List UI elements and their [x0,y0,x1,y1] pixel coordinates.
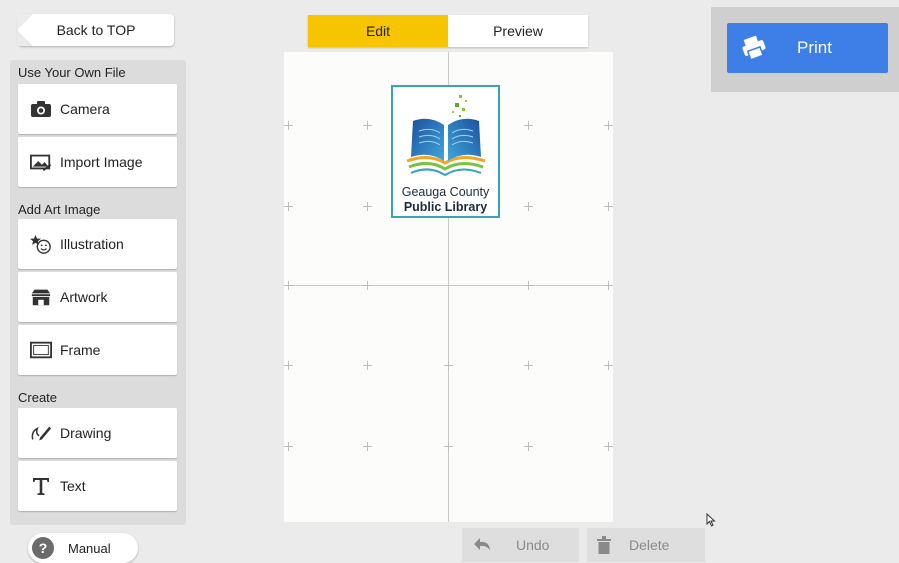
artwork-button[interactable]: Artwork [18,272,177,322]
open-book-logo-icon [406,95,486,177]
grid-mark [444,361,453,370]
tab-preview[interactable]: Preview [448,15,588,47]
undo-label: Undo [516,537,550,553]
text-label: Text [60,478,86,494]
frame-button[interactable]: Frame [18,325,177,375]
illustration-icon [30,233,52,255]
grid-mark [363,202,372,211]
print-button[interactable]: Print [727,23,888,73]
grid-mark [604,281,613,290]
section-label-create: Create [18,390,58,405]
import-image-button[interactable]: Import Image [18,137,177,187]
import-image-label: Import Image [60,154,143,170]
printer-icon [741,35,767,61]
mouse-pointer-icon [706,512,716,532]
grid-mark [284,442,293,451]
help-icon: ? [32,537,54,559]
delete-button[interactable]: Delete [587,528,705,562]
grid-mark [363,361,372,370]
grid-mark [604,361,613,370]
drawing-icon [30,422,52,444]
grid-mark [284,281,293,290]
frame-label: Frame [60,342,101,358]
illustration-label: Illustration [60,236,124,252]
undo-icon [472,537,492,553]
grid-mark [524,361,533,370]
grid-mark [604,202,613,211]
grid-mark [524,281,533,290]
tool-sidebar: Use Your Own File Camera Import Image Ad… [10,60,186,525]
camera-label: Camera [60,101,110,117]
center-guide-horizontal [284,285,613,286]
text-button[interactable]: Text [18,461,177,511]
import-image-icon [30,151,52,173]
grid-mark [284,202,293,211]
back-to-top-button[interactable]: Back to TOP [17,14,174,46]
grid-mark [363,442,372,451]
grid-mark [363,121,372,130]
frame-icon [30,339,52,361]
artwork-icon [30,286,52,308]
undo-button[interactable]: Undo [462,528,579,562]
grid-mark [444,442,453,451]
print-canvas[interactable]: Geauga County Public Library [284,52,613,522]
selected-logo-image[interactable]: Geauga County Public Library [391,85,500,218]
back-to-top-label: Back to TOP [56,22,136,38]
print-label: Print [797,38,832,57]
illustration-button[interactable]: Illustration [18,219,177,269]
manual-button[interactable]: ? Manual [28,533,138,563]
grid-mark [524,202,533,211]
section-label-art-image: Add Art Image [18,202,101,217]
tab-edit[interactable]: Edit [308,15,448,47]
camera-icon [30,98,52,120]
print-panel: Print [711,7,899,92]
section-label-own-file: Use Your Own File [18,65,126,80]
grid-mark [524,121,533,130]
delete-label: Delete [629,537,670,553]
grid-mark [604,442,613,451]
manual-label: Manual [68,540,111,556]
drawing-label: Drawing [60,425,112,441]
grid-mark [284,361,293,370]
grid-mark [604,121,613,130]
logo-text-line1: Geauga County [401,185,490,199]
mode-tabs: Edit Preview [308,15,588,47]
trash-icon [597,536,611,554]
logo-text-line2: Public Library [403,200,488,214]
artwork-label: Artwork [60,289,108,305]
text-icon [30,475,52,497]
grid-mark [524,442,533,451]
camera-button[interactable]: Camera [18,84,177,134]
grid-mark [284,121,293,130]
grid-mark [363,281,372,290]
drawing-button[interactable]: Drawing [18,408,177,458]
